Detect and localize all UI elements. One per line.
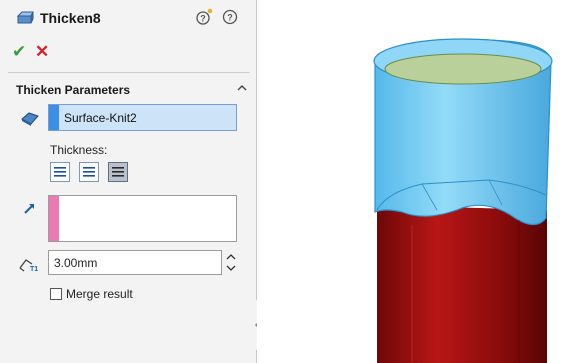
thickened-body-model [373, 38, 553, 363]
both-sides-lines-icon [83, 167, 95, 177]
thickness-spinner[interactable] [223, 250, 239, 275]
surface-selection-icon [21, 112, 39, 126]
thickness-input[interactable]: 3.00mm [48, 250, 222, 275]
feature-title: Thicken8 [40, 10, 101, 26]
selected-surface: Surface-Knit2 [64, 111, 137, 125]
chevron-up-icon[interactable] [234, 80, 250, 96]
selection-color-bar [49, 105, 59, 130]
side-2-lines-icon [112, 167, 124, 177]
graphics-viewport[interactable] [257, 0, 567, 363]
svg-text:?: ? [200, 14, 206, 24]
svg-text:?: ? [227, 13, 233, 23]
thicken-feature-icon [16, 11, 34, 24]
thicken-side-1-button[interactable] [50, 162, 70, 182]
thicken-both-sides-button[interactable] [79, 162, 99, 182]
faces-selection-box[interactable]: Surface-Knit2 [48, 104, 237, 131]
second-selection-box[interactable] [48, 195, 237, 242]
divider [8, 72, 250, 73]
thickness-value: 3.00mm [54, 256, 98, 270]
svg-text:T1: T1 [30, 266, 38, 272]
selection-color-bar [49, 196, 59, 241]
thickness-label: Thickness: [50, 143, 108, 157]
direction-arrow-icon [24, 204, 34, 214]
merge-result-label: Merge result [66, 287, 133, 301]
cancel-button[interactable]: ✕ [35, 42, 49, 62]
property-manager-header: Thicken8 ? ? [0, 0, 256, 34]
side-1-lines-icon [54, 167, 66, 177]
section-title: Thicken Parameters [16, 83, 131, 97]
red-body [377, 205, 547, 363]
merge-result-checkbox[interactable] [50, 288, 62, 300]
thickness-t1-icon: T1 [19, 259, 38, 272]
ok-button[interactable]: ✔ [12, 42, 26, 62]
help-question-icon[interactable]: ? [221, 8, 239, 26]
inner-surface [384, 53, 542, 85]
thicken-side-2-button[interactable] [108, 162, 128, 182]
whats-wrong-help-icon[interactable]: ? [195, 8, 213, 26]
property-manager-panel: Thicken8 ? ? ✔ ✕ Thicken Parameters Surf… [0, 0, 261, 363]
